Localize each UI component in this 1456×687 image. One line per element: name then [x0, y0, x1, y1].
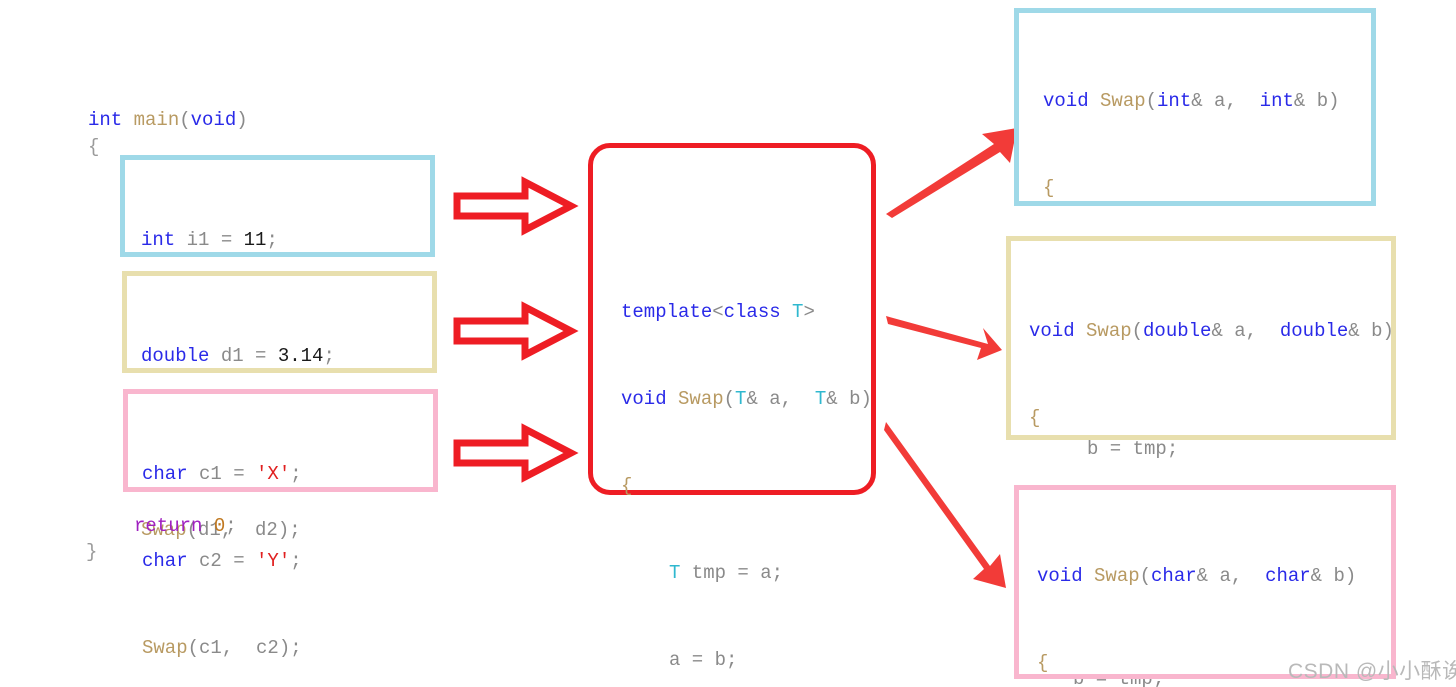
- template-body-line-2: a = b;: [669, 649, 738, 671]
- char-call-line-1: char c1 = 'X';: [142, 463, 302, 485]
- main-void-param: void: [190, 109, 237, 131]
- template-body-line-1: T tmp = a;: [669, 562, 784, 584]
- template-open-brace: {: [621, 475, 633, 497]
- csdn-watermark: CSDN @小小酥诶: [1288, 660, 1456, 683]
- swap-int-instance: void Swap(int& a, int& b) { int tmp = a;…: [1014, 8, 1376, 547]
- block-arrow-int: [453, 176, 579, 236]
- main-close-brace: }: [86, 541, 98, 563]
- diagram-canvas: int main(void) { int i1 = 11; int i2 = 2…: [0, 0, 1456, 687]
- block-arrow-char: [453, 423, 579, 483]
- char-call-line-2: char c2 = 'Y';: [142, 550, 302, 572]
- int-call-block: int i1 = 11; int i2 = 22; Swap(i1, i2);: [120, 155, 435, 425]
- main-open-brace: {: [88, 136, 100, 158]
- instantiation-arrow-double: [886, 316, 1002, 360]
- swap-double-signature: void Swap(double& a, double& b): [1029, 320, 1394, 342]
- swap-double-instance: void Swap(double& a, double& b) { double…: [1006, 236, 1396, 687]
- swap-char-instance: void Swap(char& a, char& b) { char tmp =…: [1014, 485, 1396, 679]
- template-decl-line: template<class T>: [621, 301, 815, 323]
- main-function-name: main: [133, 109, 180, 131]
- template-definition-box: template<class T> void Swap(T& a, T& b) …: [588, 143, 876, 671]
- instantiation-arrow-char: [884, 422, 1006, 588]
- char-call-block: char c1 = 'X'; char c2 = 'Y'; Swap(c1, c…: [123, 389, 438, 659]
- char-call-line-3: Swap(c1, c2);: [142, 637, 302, 659]
- main-function-signature: int main(void): [88, 109, 248, 131]
- swap-char-signature: void Swap(char& a, char& b): [1037, 565, 1357, 587]
- instantiation-arrow-int: [886, 128, 1017, 218]
- int-call-line-1: int i1 = 11;: [141, 229, 278, 251]
- double-call-block: double d1 = 3.14; double d2 = 1.42; Swap…: [122, 271, 437, 541]
- double-call-line-1: double d1 = 3.14;: [141, 345, 335, 367]
- swap-int-open-brace: {: [1043, 177, 1055, 199]
- swap-int-signature: void Swap(int& a, int& b): [1043, 90, 1340, 112]
- template-signature-line: void Swap(T& a, T& b): [621, 388, 872, 410]
- main-return-statement: return 0;: [134, 515, 237, 537]
- swap-double-open-brace: {: [1029, 407, 1041, 429]
- main-return-type: int: [88, 109, 123, 131]
- block-arrow-double: [453, 301, 579, 361]
